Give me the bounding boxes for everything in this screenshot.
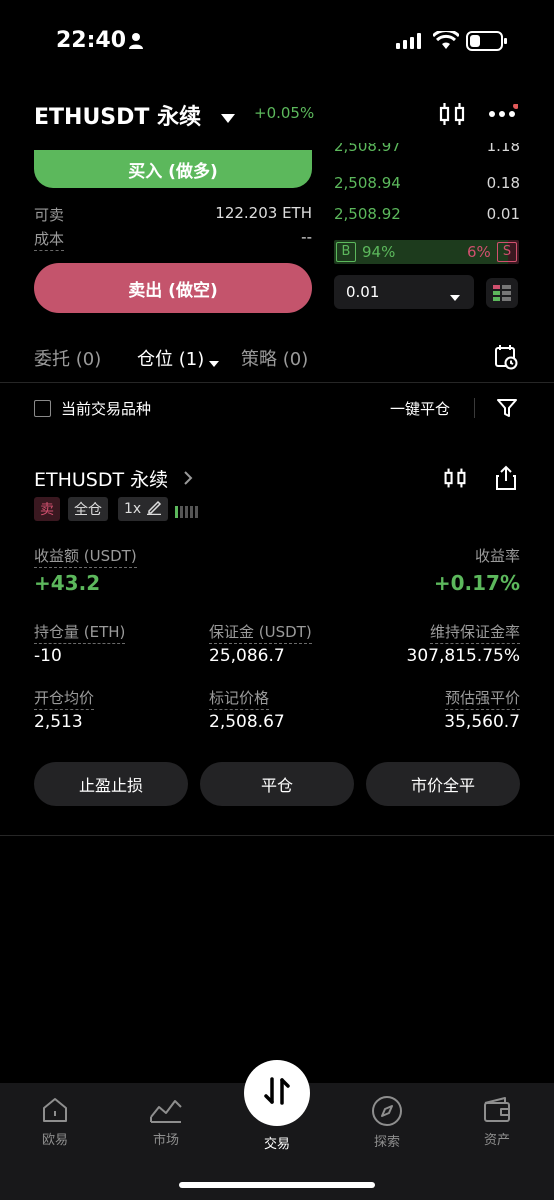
nav-label-trade: 交易 xyxy=(263,1137,290,1152)
nav-label: 探索 xyxy=(373,1135,400,1150)
current-symbol-label: 当前交易品种 xyxy=(61,400,152,418)
tab-strategies[interactable]: 策略 (0) xyxy=(241,345,308,371)
tab-orders[interactable]: 委托 (0) xyxy=(34,345,101,371)
trade-swap-icon xyxy=(260,1074,294,1112)
status-time: 22:40 xyxy=(56,28,127,53)
home-indicator xyxy=(179,1182,375,1188)
market-close-all-button[interactable]: 市价全平 xyxy=(366,762,520,806)
chevron-down-icon[interactable] xyxy=(209,353,219,372)
margin-mode-tag: 全仓 xyxy=(68,497,108,521)
order-book-price: 2,508.92 xyxy=(334,205,401,223)
pnl-value: +43.2 xyxy=(34,571,101,595)
divider xyxy=(0,382,554,383)
divider xyxy=(0,835,554,836)
tab-positions[interactable]: 仓位 (1) xyxy=(137,345,204,371)
margin-value: 25,086.7 xyxy=(209,646,285,666)
order-book-qty: 0.01 xyxy=(486,205,520,223)
candlestick-icon[interactable] xyxy=(438,100,466,132)
nav-label: 市场 xyxy=(152,1133,179,1148)
size-label: 持仓量 (ETH) xyxy=(34,621,126,644)
leverage-tag[interactable]: 1x xyxy=(118,497,169,521)
entry-price-value: 2,513 xyxy=(34,712,83,732)
sell-ratio: 6% xyxy=(467,243,491,261)
roi-value: +0.17% xyxy=(433,571,520,595)
roi-label: 收益率 xyxy=(474,547,520,565)
market-chart-icon xyxy=(131,1095,201,1125)
nav-item-assets[interactable]: 资产 xyxy=(462,1095,532,1148)
nav-item-trade[interactable] xyxy=(244,1060,310,1126)
chevron-right-icon[interactable] xyxy=(183,470,193,490)
order-book-qty: 0.18 xyxy=(486,174,520,192)
cost-value: -- xyxy=(301,228,312,246)
mmr-label: 维持保证金率 xyxy=(429,621,520,644)
position-pair[interactable]: ETHUSDT 永续 xyxy=(34,465,168,492)
leverage-value: 1x xyxy=(124,501,142,517)
mark-price-value: 2,508.67 xyxy=(209,712,285,732)
sellable-value: 122.203 ETH xyxy=(215,204,312,222)
current-symbol-checkbox[interactable] xyxy=(34,400,51,417)
wallet-icon xyxy=(462,1095,532,1125)
nav-label: 欧易 xyxy=(41,1133,68,1148)
chevron-down-icon[interactable] xyxy=(221,109,235,128)
depth-value: 0.01 xyxy=(346,283,380,301)
liq-price-label: 预估强平价 xyxy=(444,687,520,710)
close-position-button[interactable]: 平仓 xyxy=(200,762,354,806)
margin-label: 保证金 (USDT) xyxy=(209,621,312,644)
person-icon xyxy=(128,32,144,54)
size-value: -10 xyxy=(34,646,62,666)
chevron-down-icon xyxy=(450,288,460,306)
entry-price-label: 开仓均价 xyxy=(34,687,95,710)
nav-item-explore[interactable]: 探索 xyxy=(352,1095,422,1150)
mmr-value: 307,815.75% xyxy=(406,646,521,666)
order-book-layout-icon[interactable] xyxy=(486,278,518,308)
price-change: +0.05% xyxy=(254,104,315,122)
nav-label: 资产 xyxy=(483,1133,510,1148)
candlestick-icon[interactable] xyxy=(443,466,467,494)
cost-label: 成本 xyxy=(34,228,65,251)
signal-icon xyxy=(396,33,424,53)
sell-ratio-badge: S xyxy=(497,242,517,262)
buy-long-button[interactable]: 买入 (做多) xyxy=(34,150,312,188)
side-tag: 卖 xyxy=(34,497,60,521)
sell-short-button[interactable]: 卖出 (做空) xyxy=(34,263,312,313)
liq-price-value: 35,560.7 xyxy=(444,712,520,732)
risk-level-icon xyxy=(175,503,203,522)
order-book-price: 2,508.97 xyxy=(334,143,401,155)
mark-price-label: 标记价格 xyxy=(209,687,270,710)
nav-item-home[interactable]: 欧易 xyxy=(20,1095,90,1148)
pair-title[interactable]: ETHUSDT 永续 xyxy=(34,99,201,131)
edit-pencil-icon xyxy=(146,499,162,519)
vertical-divider xyxy=(474,398,475,418)
nav-item-market[interactable]: 市场 xyxy=(131,1095,201,1148)
sellable-label: 可卖 xyxy=(34,206,65,224)
order-book-price: 2,508.94 xyxy=(334,174,401,192)
battery-icon xyxy=(466,31,508,55)
compass-icon xyxy=(352,1095,422,1127)
pnl-label: 收益额 (USDT) xyxy=(34,545,137,568)
depth-precision-select[interactable]: 0.01 xyxy=(334,275,474,309)
filter-icon[interactable] xyxy=(496,397,518,423)
order-book-qty: 1.18 xyxy=(486,143,520,155)
tp-sl-button[interactable]: 止盈止损 xyxy=(34,762,188,806)
home-icon xyxy=(20,1095,90,1125)
wifi-icon xyxy=(431,29,461,55)
close-all-button[interactable]: 一键平仓 xyxy=(390,398,450,419)
buy-ratio-badge: B xyxy=(336,242,356,262)
buy-ratio: 94% xyxy=(362,243,396,261)
share-icon[interactable] xyxy=(494,465,518,495)
more-menu-icon[interactable] xyxy=(488,103,519,128)
history-calendar-icon[interactable] xyxy=(494,344,518,374)
